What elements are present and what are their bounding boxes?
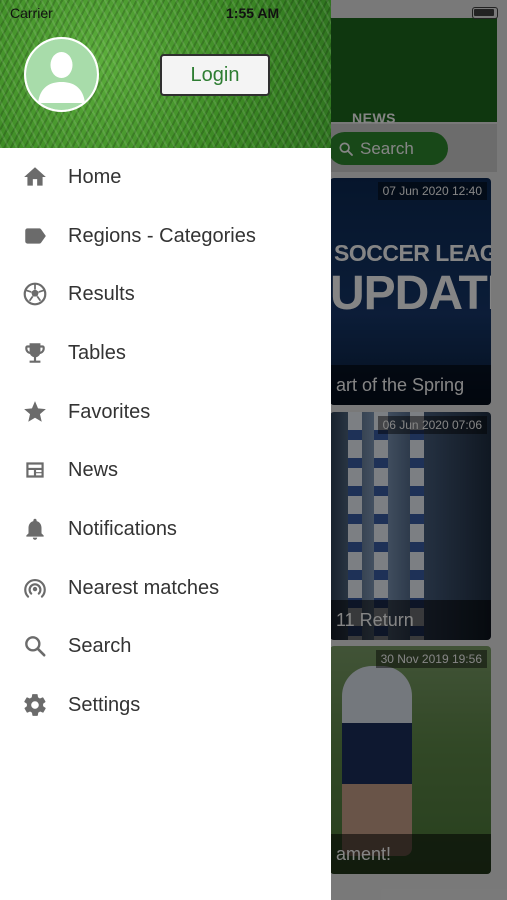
menu-item-label: Favorites <box>68 400 151 423</box>
person-icon <box>26 39 97 110</box>
menu-item-news[interactable]: News <box>0 444 331 496</box>
menu-item-label: Search <box>68 634 132 657</box>
menu-item-label: Tables <box>68 341 126 364</box>
menu-item-notifications[interactable]: Notifications <box>0 503 331 555</box>
trophy-icon <box>21 339 49 367</box>
battery-icon <box>472 7 498 19</box>
menu-item-label: Notifications <box>68 517 177 540</box>
search-icon <box>21 632 49 660</box>
carrier-label: Carrier <box>10 5 53 21</box>
menu-item-nearest-matches[interactable]: Nearest matches <box>0 562 331 614</box>
menu-item-home[interactable]: Home <box>0 151 331 203</box>
menu-item-results[interactable]: Results <box>0 268 331 320</box>
menu-item-favorites[interactable]: Favorites <box>0 386 331 438</box>
login-button[interactable]: Login <box>160 54 270 96</box>
menu-item-label: Settings <box>68 693 141 716</box>
location-signal-icon <box>21 574 49 602</box>
clock: 1:55 AM <box>226 5 280 21</box>
soccer-ball-icon <box>21 280 49 308</box>
menu-item-tables[interactable]: Tables <box>0 327 331 379</box>
menu-item-label: Home <box>68 165 122 188</box>
menu-item-label: Results <box>68 282 135 305</box>
menu-item-settings[interactable]: Settings <box>0 679 331 731</box>
home-icon <box>21 163 49 191</box>
bell-icon <box>21 515 49 543</box>
menu-item-label: Nearest matches <box>68 576 220 599</box>
navigation-drawer: Login Home Regions - Categories Results … <box>0 0 331 900</box>
screen: NEWS Search SOCCER LEAGUE UPDATE 07 Jun … <box>0 0 507 900</box>
star-icon <box>21 398 49 426</box>
menu-item-label: Regions - Categories <box>68 224 256 247</box>
menu-item-label: News <box>68 458 119 481</box>
newspaper-icon <box>21 456 49 484</box>
label-tag-icon <box>21 222 49 250</box>
status-bar: Carrier 1:55 AM <box>0 0 507 26</box>
gear-icon <box>21 691 49 719</box>
menu-item-regions-categories[interactable]: Regions - Categories <box>0 210 331 262</box>
avatar[interactable] <box>24 37 99 112</box>
menu-item-search[interactable]: Search <box>0 620 331 672</box>
